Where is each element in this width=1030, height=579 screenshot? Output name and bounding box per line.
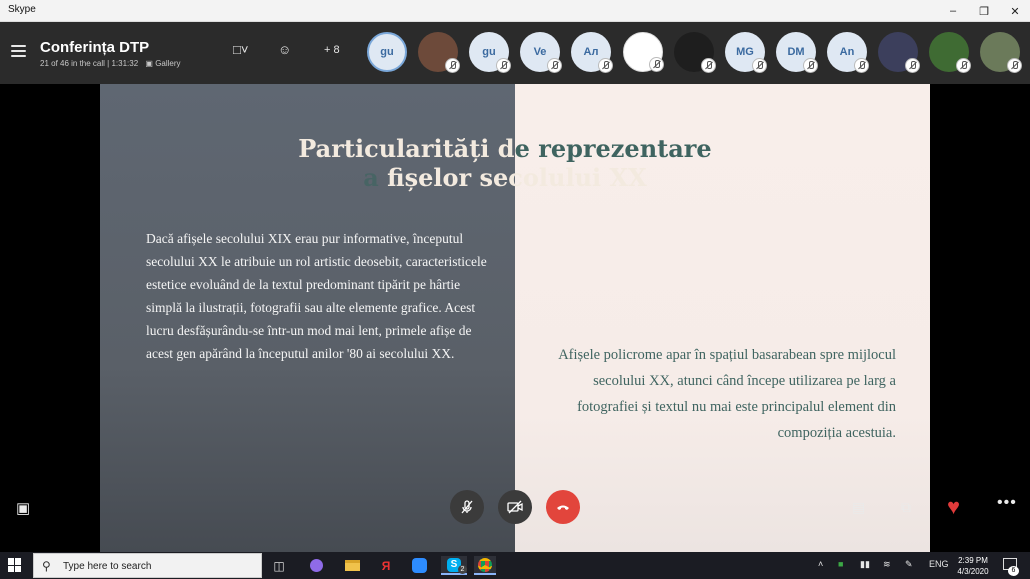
menu-icon[interactable] bbox=[11, 45, 26, 57]
app-title: Skype bbox=[8, 4, 36, 15]
mute-button[interactable] bbox=[450, 490, 484, 524]
participant-avatar[interactable] bbox=[929, 32, 971, 73]
muted-mic-icon bbox=[701, 58, 716, 73]
language-indicator[interactable]: ENG bbox=[929, 559, 949, 569]
muted-mic-icon bbox=[496, 58, 511, 73]
restore-button[interactable]: ❐ bbox=[968, 0, 1000, 22]
chat-icon[interactable]: ▤ bbox=[852, 499, 865, 516]
muted-mic-icon bbox=[445, 58, 460, 73]
muted-mic-icon bbox=[854, 58, 869, 73]
slide-title-part: e reprezentare bbox=[514, 134, 712, 163]
muted-mic-icon bbox=[752, 58, 767, 73]
participant-initials: MG bbox=[736, 46, 754, 58]
notification-count: 6 bbox=[1008, 566, 1019, 576]
participant-initials: gu bbox=[482, 46, 496, 58]
call-title: Conferința DTP bbox=[40, 39, 150, 56]
hang-up-icon bbox=[557, 505, 569, 510]
more-options-icon[interactable]: ••• bbox=[997, 494, 1017, 512]
chrome-icon[interactable] bbox=[474, 556, 496, 575]
slide-title: Particularități de reprezentare a fișelo… bbox=[280, 134, 730, 192]
participant-avatar[interactable]: Ve bbox=[520, 32, 562, 73]
mic-off-icon bbox=[461, 500, 473, 514]
participant-avatar[interactable] bbox=[674, 32, 716, 73]
clock[interactable]: 2:39 PM 4/3/2020 bbox=[953, 555, 993, 577]
participant-avatar[interactable]: gu bbox=[367, 32, 407, 72]
layout-switch-icon[interactable]: □˅ bbox=[233, 42, 248, 57]
cortana-app-icon[interactable] bbox=[305, 556, 327, 575]
windows-start-icon[interactable] bbox=[8, 558, 22, 572]
screenshot-icon[interactable]: ▣ bbox=[16, 499, 30, 517]
participant-avatar[interactable]: MG bbox=[725, 32, 767, 73]
search-placeholder: Type here to search bbox=[63, 561, 152, 572]
presentation-slide: Particularități de reprezentare a fișelo… bbox=[100, 84, 930, 552]
clock-date: 4/3/2020 bbox=[957, 567, 989, 576]
participant-avatar[interactable] bbox=[623, 32, 664, 72]
participant-avatar[interactable] bbox=[878, 32, 920, 73]
participant-avatar[interactable]: An bbox=[827, 32, 869, 73]
participant-initials: DM bbox=[787, 46, 805, 58]
file-explorer-icon[interactable] bbox=[341, 556, 363, 575]
task-view-icon[interactable]: ◫ bbox=[268, 556, 290, 575]
slide-left-paragraph: Dacă afișele secolului XIX erau pur info… bbox=[146, 231, 487, 361]
yandex-browser-icon[interactable]: Я bbox=[375, 556, 397, 575]
gallery-view-icon[interactable]: ▣ bbox=[145, 59, 153, 68]
heart-reaction-icon[interactable]: ♥ bbox=[947, 494, 960, 520]
pen-icon[interactable]: ✎ bbox=[905, 559, 913, 570]
gallery-view-label[interactable]: Gallery bbox=[155, 59, 180, 68]
add-count: 8 bbox=[333, 44, 340, 56]
participant-avatar[interactable] bbox=[980, 32, 1022, 73]
clock-time: 2:39 PM bbox=[958, 556, 988, 565]
title-bar: Skype – ❐ ✕ bbox=[0, 0, 1030, 22]
call-status: 21 of 46 in the call | 1:31:32 ▣ Gallery bbox=[40, 59, 181, 68]
muted-mic-icon bbox=[803, 58, 818, 73]
participant-avatar[interactable]: DM bbox=[776, 32, 818, 73]
participant-avatar[interactable] bbox=[418, 32, 460, 73]
tray-app-icon[interactable]: ■ bbox=[838, 559, 843, 569]
slide-right-paragraph: Afișele policrome apar în spațiul basara… bbox=[558, 347, 896, 441]
muted-mic-icon bbox=[649, 57, 664, 72]
muted-mic-icon bbox=[547, 58, 562, 73]
shared-screen: Particularități de reprezentare a fișelo… bbox=[0, 84, 1030, 552]
slide-title-part: Particularități d bbox=[298, 134, 515, 163]
skype-window: Skype – ❐ ✕ Conferința DTP 21 of 46 in t… bbox=[0, 0, 1030, 579]
wifi-icon[interactable]: ≋ bbox=[883, 559, 891, 570]
battery-icon[interactable]: ▮▮ bbox=[860, 559, 870, 570]
slide-title-part: fi bbox=[387, 163, 405, 192]
close-button[interactable]: ✕ bbox=[999, 0, 1030, 22]
video-button[interactable] bbox=[498, 490, 532, 524]
participant-initials: Ve bbox=[533, 46, 547, 58]
muted-mic-icon bbox=[598, 58, 613, 73]
muted-mic-icon bbox=[905, 58, 920, 73]
muted-mic-icon bbox=[1007, 58, 1022, 73]
muted-mic-icon bbox=[956, 58, 971, 73]
skype-badge: 2 bbox=[458, 565, 467, 574]
video-off-icon bbox=[507, 500, 523, 514]
tray-overflow-icon[interactable]: ˄ bbox=[818, 559, 823, 569]
taskbar-search[interactable]: ⚲ Type here to search bbox=[33, 553, 262, 578]
participant-initials: Ал bbox=[583, 46, 599, 58]
call-header: Conferința DTP 21 of 46 in the call | 1:… bbox=[0, 22, 1030, 84]
participant-avatar[interactable]: gu bbox=[469, 32, 511, 73]
end-call-button[interactable] bbox=[546, 490, 580, 524]
add-participants-button[interactable]: + 8 bbox=[324, 44, 340, 56]
slide-title-part: șelor secolului XX bbox=[404, 163, 647, 192]
minimize-button[interactable]: – bbox=[937, 0, 969, 22]
slide-title-part: a bbox=[363, 163, 379, 192]
zoom-app-icon[interactable] bbox=[408, 556, 430, 575]
participant-avatar[interactable]: Ал bbox=[571, 32, 613, 73]
participant-initials: An bbox=[839, 46, 855, 58]
participant-initials: gu bbox=[380, 46, 394, 58]
add-person-icon[interactable]: ☺ bbox=[278, 42, 291, 57]
switch-camera-icon[interactable]: ⧉ bbox=[901, 499, 911, 516]
skype-taskbar-icon[interactable]: S 2 bbox=[441, 556, 467, 575]
windows-taskbar: ⚲ Type here to search ◫ Я S 2 ˄ ■ ▮▮ ≋ ✎… bbox=[0, 552, 1030, 579]
search-icon: ⚲ bbox=[42, 559, 51, 573]
call-participants-duration: 21 of 46 in the call | 1:31:32 bbox=[40, 59, 139, 68]
